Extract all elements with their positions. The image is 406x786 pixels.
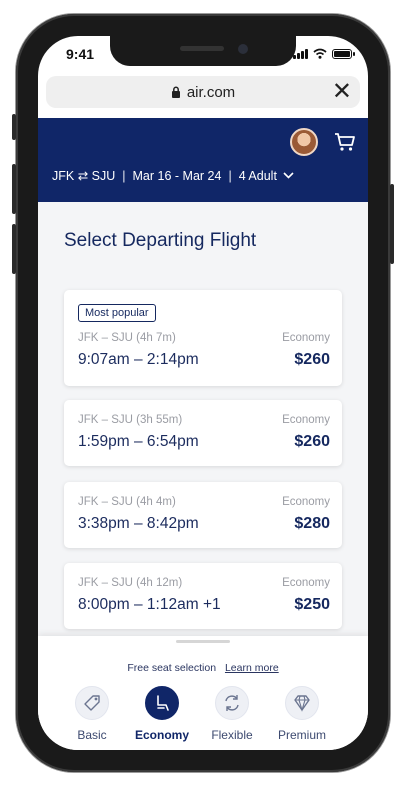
- fare-selector-sheet: Free seat selection Learn more Basic Eco…: [38, 636, 368, 750]
- flight-route: JFK – SJU (4h 12m): [78, 577, 183, 589]
- page-title: Select Departing Flight: [64, 230, 257, 251]
- flight-card[interactable]: Most popular JFK – SJU (4h 7m) Economy 9…: [64, 290, 342, 386]
- fare-icon-circle: [75, 686, 109, 720]
- seat-selection-note: Free seat selection Learn more: [38, 662, 368, 674]
- flight-times: 9:07am – 2:14pm: [78, 351, 199, 368]
- flight-times: 3:38pm – 8:42pm: [78, 515, 199, 532]
- fare-icon-circle: [215, 686, 249, 720]
- cart-icon[interactable]: [334, 132, 356, 152]
- trip-passengers: 4 Adult: [238, 168, 277, 183]
- trip-dates: Mar 16 - Mar 24: [132, 168, 222, 183]
- trip-header: JFK ⇄ SJU | Mar 16 - Mar 24 | 4 Adult: [38, 118, 368, 202]
- flight-price: $250: [294, 596, 330, 613]
- wifi-icon: [313, 48, 327, 59]
- flight-card[interactable]: JFK – SJU (3h 55m) Economy 1:59pm – 6:54…: [64, 400, 342, 466]
- swap-icon: [225, 695, 239, 711]
- close-icon[interactable]: ✕: [332, 78, 352, 106]
- url-text: air.com: [186, 83, 236, 101]
- flight-route: JFK – SJU (4h 4m): [78, 496, 176, 508]
- status-time: 9:41: [66, 46, 95, 62]
- flight-price: $260: [294, 433, 330, 450]
- fare-icon-circle: [285, 686, 319, 720]
- speaker: [180, 46, 224, 51]
- flight-times: 1:59pm – 6:54pm: [78, 433, 199, 450]
- trip-route: JFK ⇄ SJU: [52, 169, 116, 183]
- flight-list-area: Select Departing Flight Most popular JFK…: [38, 202, 368, 642]
- address-bar[interactable]: air.com ✕: [46, 76, 360, 108]
- flight-cabin: Economy: [282, 332, 330, 344]
- learn-more-link[interactable]: Learn more: [225, 662, 279, 674]
- flight-route: JFK – SJU (4h 7m): [78, 332, 176, 344]
- volume-up-button: [12, 164, 16, 214]
- battery-icon: [332, 49, 355, 59]
- flight-card[interactable]: JFK – SJU (4h 4m) Economy 3:38pm – 8:42p…: [64, 482, 342, 548]
- trip-summary[interactable]: JFK ⇄ SJU | Mar 16 - Mar 24 | 4 Adult: [52, 168, 294, 183]
- tag-icon: [84, 695, 100, 711]
- phone-frame: 9:41 air.com ✕ JFK ⇄ SJU | Mar 16 - Mar …: [12, 14, 394, 772]
- flight-cabin: Economy: [282, 577, 330, 589]
- lock-icon: [171, 86, 180, 98]
- flight-route: JFK – SJU (3h 55m): [78, 414, 183, 426]
- flight-cabin: Economy: [282, 414, 330, 426]
- fare-option-economy[interactable]: Economy: [130, 686, 194, 742]
- fare-option-premium[interactable]: Premium: [270, 686, 334, 742]
- chevron-down-icon: [283, 172, 294, 179]
- avatar[interactable]: [290, 128, 318, 156]
- divider: |: [228, 168, 232, 183]
- power-button: [390, 184, 394, 264]
- fare-label: Flexible: [211, 728, 253, 742]
- drag-handle[interactable]: [176, 640, 230, 643]
- popular-badge: Most popular: [78, 304, 156, 322]
- status-icons: [293, 48, 355, 59]
- flight-times: 8:00pm – 1:12am +1: [78, 596, 221, 613]
- fare-icon-circle: [145, 686, 179, 720]
- fare-option-basic[interactable]: Basic: [60, 686, 124, 742]
- diamond-icon: [294, 695, 310, 712]
- divider: |: [122, 168, 126, 183]
- camera: [238, 44, 248, 54]
- flight-card[interactable]: JFK – SJU (4h 12m) Economy 8:00pm – 1:12…: [64, 563, 342, 629]
- flight-price: $260: [294, 351, 330, 368]
- fare-label: Economy: [134, 728, 189, 742]
- mute-switch: [12, 114, 16, 140]
- seat-icon: [157, 695, 169, 711]
- flight-cabin: Economy: [282, 496, 330, 508]
- fare-label: Premium: [277, 728, 326, 742]
- volume-down-button: [12, 224, 16, 274]
- fare-label: Basic: [77, 728, 107, 742]
- fare-option-flexible[interactable]: Flexible: [200, 686, 264, 742]
- flight-price: $280: [294, 515, 330, 532]
- seat-note-text: Free seat selection: [127, 662, 217, 674]
- notch: [110, 36, 296, 66]
- screen: 9:41 air.com ✕ JFK ⇄ SJU | Mar 16 - Mar …: [38, 36, 368, 750]
